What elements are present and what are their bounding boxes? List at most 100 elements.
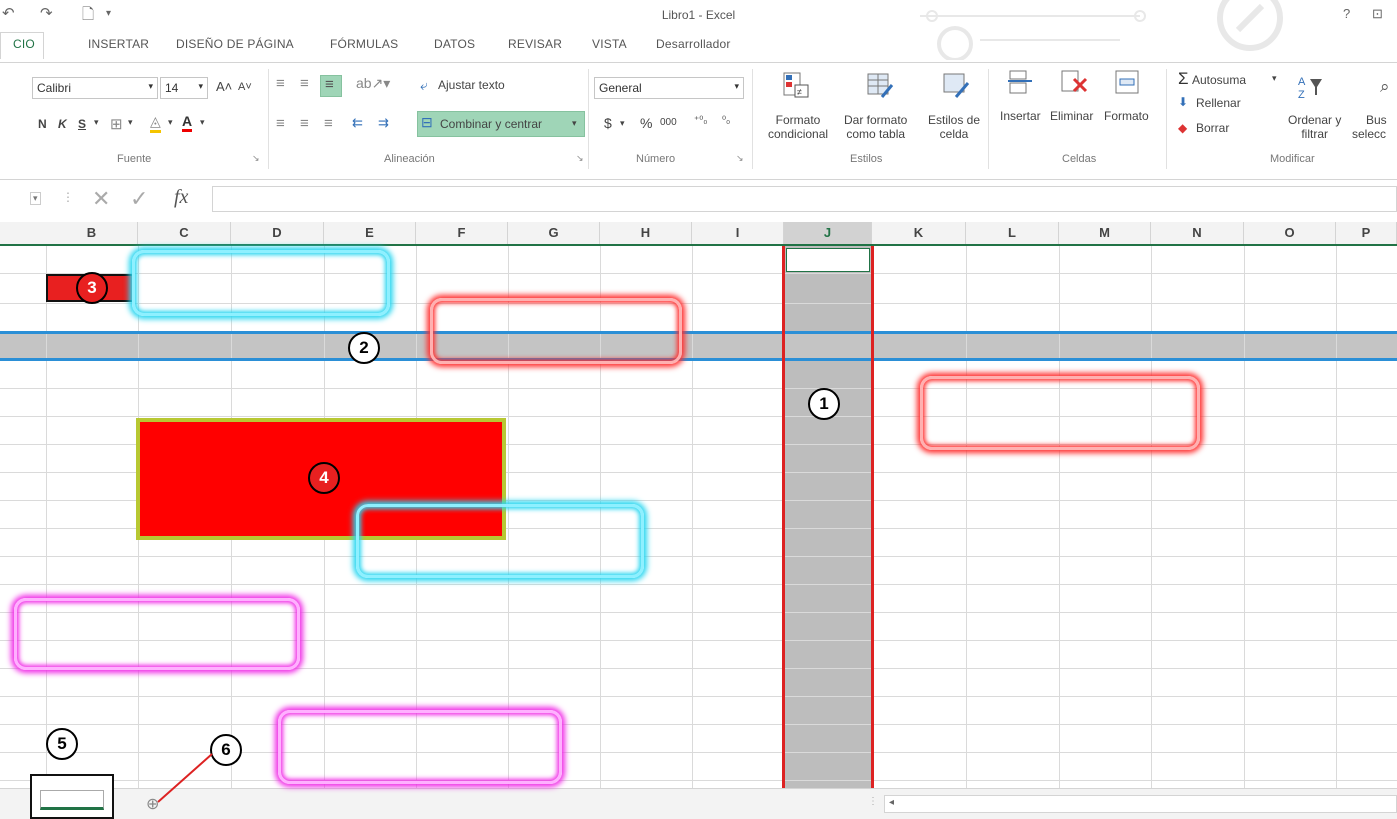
- find-select-button[interactable]: Bus selecc: [1352, 113, 1387, 141]
- orientation-icon[interactable]: ab↗▾: [356, 75, 390, 92]
- column-header-j[interactable]: J: [784, 222, 872, 244]
- fill-button[interactable]: Rellenar: [1196, 96, 1241, 110]
- format-as-table-button[interactable]: Dar formato como tabla: [844, 113, 907, 141]
- annotation-box-pink: [14, 598, 300, 670]
- svg-text:≠: ≠: [797, 87, 802, 97]
- conditional-format-button[interactable]: Formato condicional: [768, 113, 828, 141]
- column-header-f[interactable]: F: [416, 222, 508, 244]
- worksheet-grid[interactable]: [0, 246, 1397, 792]
- column-header-d[interactable]: D: [231, 222, 324, 244]
- insert-function-button[interactable]: fx: [174, 186, 188, 209]
- fill-color-icon[interactable]: ◬: [150, 113, 161, 133]
- column-header-o[interactable]: O: [1244, 222, 1336, 244]
- column-header-l[interactable]: L: [966, 222, 1059, 244]
- underline-button[interactable]: S: [78, 117, 86, 131]
- sort-filter-icon: A Z: [1298, 76, 1322, 101]
- column-header-g[interactable]: G: [508, 222, 600, 244]
- sort-filter-button[interactable]: Ordenar y filtrar: [1288, 113, 1341, 141]
- column-header-e[interactable]: E: [324, 222, 416, 244]
- chevron-down-icon[interactable]: ▾: [620, 118, 625, 129]
- decrease-indent-icon[interactable]: ⇇: [352, 115, 363, 131]
- tab-inicio[interactable]: CIO: [0, 32, 44, 59]
- name-box-dropdown-icon[interactable]: ▾: [30, 192, 41, 205]
- annotation-number-5: 5: [46, 728, 78, 760]
- format-cells-button[interactable]: Formato: [1104, 109, 1149, 123]
- format-as-table-label-2: como tabla: [846, 127, 906, 141]
- scroll-left-icon[interactable]: ◂: [889, 797, 894, 808]
- annotation-number-3: 3: [76, 272, 108, 304]
- font-size-select[interactable]: 14 ▾: [160, 77, 208, 99]
- font-color-icon[interactable]: A: [182, 113, 193, 132]
- decrease-decimal-button[interactable]: ⁰₀: [722, 115, 730, 126]
- group-divider: [752, 69, 753, 169]
- borders-icon[interactable]: ⊞: [110, 115, 123, 133]
- cancel-entry-icon[interactable]: ✕: [92, 186, 110, 212]
- font-name-select[interactable]: Calibri ▾: [32, 77, 158, 99]
- tab-vista[interactable]: VISTA: [592, 37, 627, 51]
- percent-button[interactable]: %: [640, 115, 652, 131]
- format-cells-icon: [1115, 70, 1139, 94]
- thousands-button[interactable]: 000: [660, 117, 677, 128]
- conditional-format-icon: ≠: [783, 72, 809, 98]
- insert-cells-button[interactable]: Insertar: [1000, 109, 1041, 123]
- annotation-box-red: [920, 376, 1200, 450]
- column-header-c[interactable]: C: [138, 222, 231, 244]
- help-icon[interactable]: ?: [1343, 6, 1350, 21]
- increase-decimal-button[interactable]: ⁺⁰₀: [694, 115, 707, 126]
- align-right-icon[interactable]: ≡: [324, 115, 333, 132]
- formula-input[interactable]: [212, 186, 1397, 212]
- chevron-down-icon[interactable]: ▾: [168, 117, 173, 128]
- shrink-font-icon[interactable]: A˅: [238, 81, 252, 93]
- column-header-h[interactable]: H: [600, 222, 692, 244]
- group-divider: [268, 69, 269, 169]
- group-label-estilos: Estilos: [850, 153, 883, 165]
- chevron-down-icon[interactable]: ▾: [1272, 73, 1277, 84]
- bold-button[interactable]: N: [38, 117, 47, 131]
- chevron-down-icon[interactable]: ▾: [200, 117, 205, 128]
- number-format-select[interactable]: General ▾: [594, 77, 744, 99]
- grow-font-icon[interactable]: A˄: [216, 79, 232, 94]
- tab-diseno-pagina[interactable]: DISEÑO DE PÁGINA: [176, 37, 294, 51]
- alignment-dialog-launcher-icon[interactable]: ↘: [576, 153, 584, 164]
- fill-down-icon: ⬇: [1178, 95, 1189, 109]
- tab-revisar[interactable]: REVISAR: [508, 37, 562, 51]
- column-header-p[interactable]: P: [1336, 222, 1397, 244]
- number-dialog-launcher-icon[interactable]: ↘: [736, 153, 744, 164]
- column-header-n[interactable]: N: [1151, 222, 1244, 244]
- chevron-down-icon[interactable]: ▾: [128, 117, 133, 128]
- align-center-icon[interactable]: ≡: [300, 115, 309, 132]
- cell-styles-button[interactable]: Estilos de celda: [928, 113, 980, 141]
- wrap-text-button[interactable]: Ajustar texto: [438, 78, 505, 92]
- align-left-icon[interactable]: ≡: [276, 115, 285, 132]
- horizontal-scrollbar[interactable]: ◂: [884, 795, 1397, 813]
- font-dialog-launcher-icon[interactable]: ↘: [252, 153, 260, 164]
- chevron-down-icon: ▾: [572, 118, 577, 128]
- column-header-k[interactable]: K: [872, 222, 966, 244]
- currency-button[interactable]: $: [604, 115, 612, 131]
- group-label-numero: Número: [636, 153, 676, 165]
- confirm-entry-icon[interactable]: ✓: [130, 186, 148, 212]
- autosum-button[interactable]: Autosuma: [1192, 73, 1246, 87]
- column-header-m[interactable]: M: [1059, 222, 1151, 244]
- align-top-icon[interactable]: ≡: [276, 75, 285, 92]
- chevron-down-icon: ▾: [148, 81, 153, 91]
- tab-formulas[interactable]: FÓRMULAS: [330, 37, 398, 51]
- gridline: [1244, 246, 1245, 792]
- chevron-down-icon[interactable]: ▾: [94, 117, 99, 128]
- column-header-b[interactable]: B: [46, 222, 138, 244]
- italic-button[interactable]: K: [58, 117, 67, 131]
- tab-insertar[interactable]: INSERTAR: [88, 37, 149, 51]
- group-label-modificar: Modificar: [1270, 153, 1315, 165]
- ribbon-display-icon[interactable]: ⊡: [1372, 6, 1383, 22]
- tab-datos[interactable]: DATOS: [434, 37, 475, 51]
- align-bottom-icon: ≡: [325, 76, 334, 93]
- delete-cells-button[interactable]: Eliminar: [1050, 109, 1093, 123]
- increase-indent-icon[interactable]: ⇉: [378, 115, 389, 131]
- column-header-i[interactable]: I: [692, 222, 784, 244]
- group-divider: [1166, 69, 1167, 169]
- tab-desarrollador[interactable]: Desarrollador: [656, 37, 731, 51]
- row-band-bottom-border: [0, 358, 1397, 361]
- align-middle-icon[interactable]: ≡: [300, 75, 309, 92]
- sheet-tab-active[interactable]: [40, 790, 104, 810]
- clear-button[interactable]: Borrar: [1196, 121, 1229, 135]
